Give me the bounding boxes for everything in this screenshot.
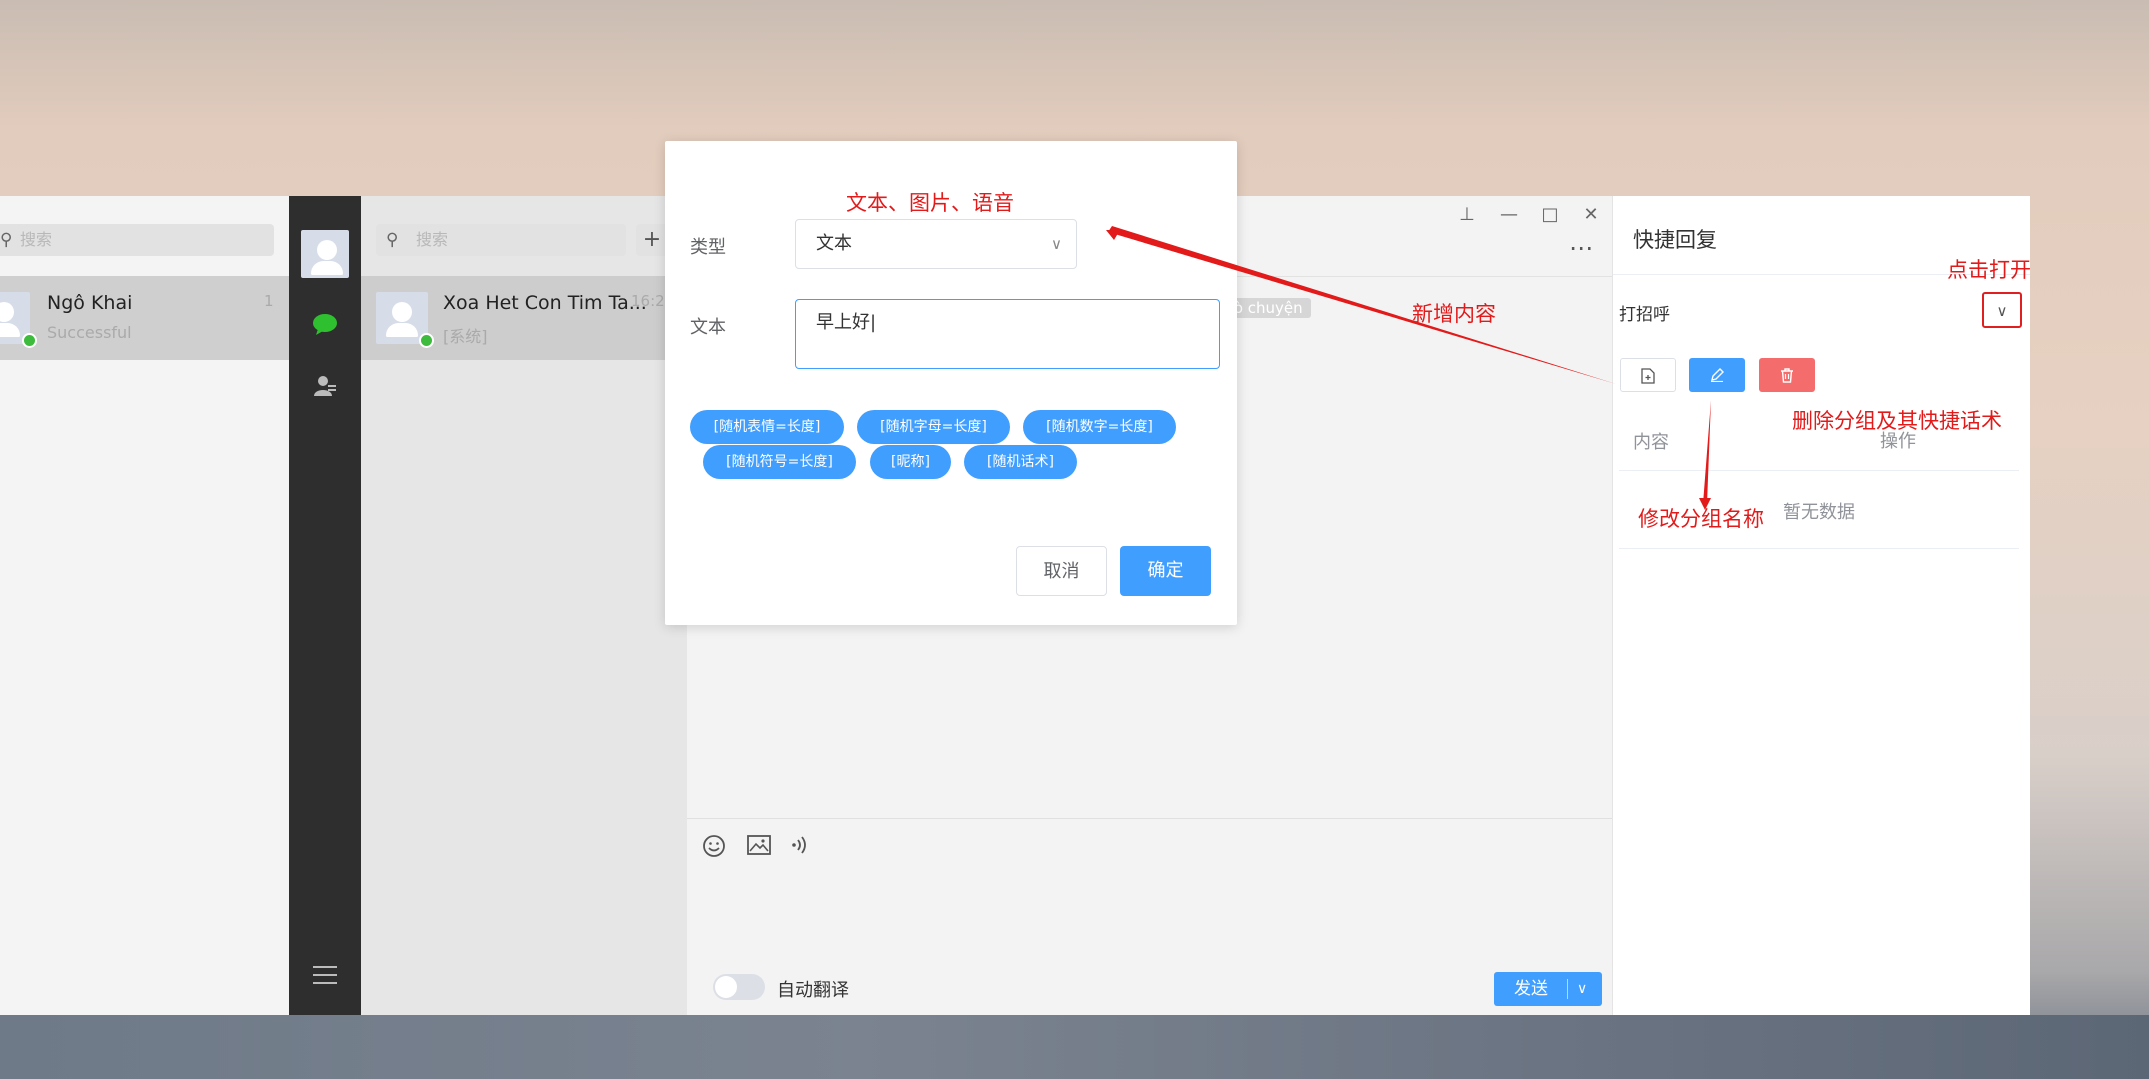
- emoji-icon[interactable]: [702, 834, 726, 864]
- contact-item[interactable]: Ngô Khai Successful 1: [0, 276, 289, 360]
- search-placeholder: 搜索: [20, 230, 53, 249]
- chip-random-emoji[interactable]: [随机表情=长度]: [690, 410, 844, 444]
- annotation-rename-group: 修改分组名称: [1638, 507, 1764, 531]
- divider: [1567, 979, 1568, 999]
- add-file-icon: [1641, 368, 1655, 384]
- close-icon[interactable]: ✕: [1581, 204, 1601, 225]
- annotation-click-open: 点击打开: [1947, 258, 2031, 282]
- chip-nickname[interactable]: [昵称]: [870, 445, 951, 479]
- annotation-delete-group: 删除分组及其快捷话术: [1792, 409, 2002, 433]
- cancel-button[interactable]: 取消: [1016, 546, 1107, 596]
- voice-icon[interactable]: [790, 834, 810, 862]
- column-content: 内容: [1633, 432, 1669, 453]
- auto-translate-toggle[interactable]: [713, 974, 765, 1000]
- delete-group-button[interactable]: [1759, 358, 1815, 392]
- chat-name: Xoa Het Con Tim Ta...: [443, 292, 647, 314]
- maximize-icon[interactable]: □: [1540, 204, 1560, 225]
- chat-search-input[interactable]: ⚲ 搜索: [376, 224, 626, 256]
- expand-group-button[interactable]: ∨: [1982, 292, 2022, 328]
- divider: [687, 818, 1612, 819]
- annotation-add-content: 新增内容: [1412, 302, 1496, 326]
- search-placeholder: 搜索: [416, 230, 449, 249]
- chip-random-symbol[interactable]: [随机符号=长度]: [703, 445, 856, 479]
- online-status-icon: [419, 333, 434, 348]
- desktop-background: [0, 1015, 2149, 1079]
- chip-random-number[interactable]: [随机数字=长度]: [1023, 410, 1176, 444]
- chevron-down-icon: ∨: [1051, 235, 1062, 253]
- minimize-icon[interactable]: —: [1499, 204, 1519, 225]
- text-label: 文本: [690, 317, 726, 338]
- add-reply-button[interactable]: [1620, 358, 1676, 392]
- nav-bar: [289, 196, 361, 1015]
- chat-subtitle: [系统]: [443, 327, 488, 346]
- contacts-icon[interactable]: [289, 374, 361, 404]
- edit-icon: [1711, 368, 1724, 383]
- chevron-down-icon[interactable]: ∨: [1577, 972, 1587, 1006]
- divider: [1619, 548, 2019, 549]
- divider: [1619, 470, 2019, 471]
- unread-badge: 1: [264, 292, 274, 310]
- pin-icon[interactable]: ⊥: [1457, 204, 1477, 225]
- send-button[interactable]: 发送 ∨: [1494, 972, 1602, 1006]
- group-name: 打招呼: [1619, 305, 1670, 325]
- panel-title: 快捷回复: [1633, 228, 1717, 252]
- image-icon[interactable]: [747, 834, 771, 862]
- quick-reply-panel: 快捷回复 打招呼 ∨ 内容 操作 暂无数据: [1612, 196, 2030, 1015]
- type-select[interactable]: 文本 ∨: [795, 219, 1077, 269]
- add-button[interactable]: +: [636, 224, 668, 256]
- rename-group-button[interactable]: [1689, 358, 1745, 392]
- chip-random-phrase[interactable]: [随机话术]: [964, 445, 1077, 479]
- contacts-search-input[interactable]: ⚲ 搜索: [0, 224, 274, 256]
- empty-text: 暂无数据: [1783, 502, 1855, 523]
- contact-subtitle: Successful: [47, 323, 132, 342]
- trash-icon: [1781, 367, 1793, 383]
- annotation-types: 文本、图片、语音: [846, 191, 1014, 215]
- chevron-down-icon: ∨: [1996, 302, 2008, 320]
- more-icon[interactable]: ⋯: [1569, 234, 1593, 262]
- type-label: 类型: [690, 237, 726, 258]
- contact-name: Ngô Khai: [47, 292, 133, 314]
- chat-list-panel: ⚲ 搜索 + Xoa Het Con Tim Ta... [系统] 16:27: [361, 196, 687, 1015]
- confirm-button[interactable]: 确定: [1120, 546, 1211, 596]
- send-label: 发送: [1514, 979, 1548, 999]
- search-icon: ⚲: [0, 230, 13, 250]
- menu-icon[interactable]: [289, 964, 361, 992]
- search-icon: ⚲: [386, 230, 399, 250]
- chip-random-letter[interactable]: [随机字母=长度]: [857, 410, 1010, 444]
- user-avatar[interactable]: [301, 230, 349, 278]
- text-input[interactable]: 早上好|: [795, 299, 1220, 369]
- auto-translate-label: 自动翻译: [777, 980, 849, 1001]
- chat-item[interactable]: Xoa Het Con Tim Ta... [系统] 16:27: [361, 276, 687, 360]
- chat-icon[interactable]: [289, 312, 361, 342]
- type-value: 文本: [816, 233, 852, 254]
- contacts-panel: ⚲ 搜索 Ngô Khai Successful 1: [0, 196, 289, 1015]
- online-status-icon: [22, 333, 37, 348]
